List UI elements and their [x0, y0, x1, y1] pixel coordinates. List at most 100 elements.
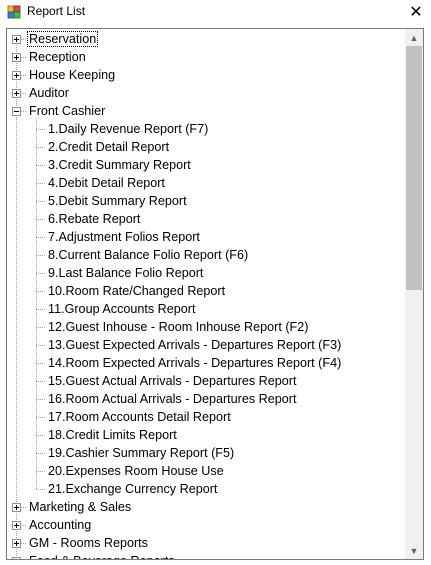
tree-node-label: Marketing & Sales: [29, 500, 132, 514]
tree-node-label: 14.Room Expected Arrivals - Departures R…: [48, 356, 342, 370]
tree-branch-line: [36, 345, 45, 346]
tree-branch-line: [36, 129, 45, 130]
tree-node-label: 11.Group Accounts Report: [48, 302, 196, 316]
tree-node-label: Front Cashier: [29, 104, 106, 118]
tree-node-label: 2.Credit Detail Report: [48, 140, 170, 154]
chevron-up-icon: ▲: [409, 32, 419, 43]
tree-node-label: 8.Current Balance Folio Report (F6): [48, 248, 249, 262]
tree-branch-line: [36, 435, 45, 436]
tree-report-node[interactable]: 15.Guest Actual Arrivals - Departures Re…: [47, 372, 298, 390]
tree-node-label: 9.Last Balance Folio Report: [48, 266, 204, 280]
tree-node-label: 15.Guest Actual Arrivals - Departures Re…: [48, 374, 297, 388]
close-button[interactable]: ✕: [401, 0, 431, 24]
tree-category-node[interactable]: House Keeping: [28, 66, 116, 84]
tree-branch-line: [21, 111, 26, 112]
tree-branch-line: [36, 489, 45, 490]
title-bar[interactable]: Report List ✕: [0, 0, 431, 24]
tree-report-node[interactable]: 20.Expenses Room House Use: [47, 462, 225, 480]
tree-node-label: 1.Daily Revenue Report (F7): [48, 122, 209, 136]
tree-node-label: 16.Room Actual Arrivals - Departures Rep…: [48, 392, 297, 406]
tree-node-label: 21.Exchange Currency Report: [48, 482, 218, 496]
expand-icon[interactable]: [12, 503, 21, 512]
tree-node-label: GM - Rooms Reports: [29, 536, 148, 550]
tree-node-label: 6.Rebate Report: [48, 212, 141, 226]
tree-node-label: Auditor: [29, 86, 69, 100]
tree-report-node[interactable]: 12.Guest Inhouse - Room Inhouse Report (…: [47, 318, 309, 336]
tree-report-node[interactable]: 9.Last Balance Folio Report: [47, 264, 204, 282]
tree-report-node[interactable]: 19.Cashier Summary Report (F5): [47, 444, 235, 462]
tree-node-label: 7.Adjustment Folios Report: [48, 230, 200, 244]
tree-node-label: 17.Room Accounts Detail Report: [48, 410, 231, 424]
tree-report-node[interactable]: 1.Daily Revenue Report (F7): [47, 120, 209, 138]
scroll-down-button[interactable]: ▼: [405, 542, 423, 559]
scrollbar-thumb[interactable]: [406, 46, 422, 290]
expand-icon[interactable]: [12, 71, 21, 80]
tree-content: Reservation Reception House Keeping Auditor…: [7, 29, 405, 559]
tree-node-label: 5.Debit Summary Report: [48, 194, 187, 208]
tree-branch-line: [36, 417, 45, 418]
expand-icon[interactable]: [12, 89, 21, 98]
tree-report-node[interactable]: 17.Room Accounts Detail Report: [47, 408, 232, 426]
tree-report-node[interactable]: 7.Adjustment Folios Report: [47, 228, 201, 246]
window-title: Report List: [27, 4, 86, 18]
tree-report-node[interactable]: 5.Debit Summary Report: [47, 192, 188, 210]
tree-branch-line: [36, 363, 45, 364]
tree-node-label: Accounting: [29, 518, 92, 532]
tree-node-label: Reservation: [26, 31, 99, 47]
tree-branch-line: [36, 183, 45, 184]
expand-icon[interactable]: [12, 35, 21, 44]
tree-category-node[interactable]: Marketing & Sales: [28, 498, 132, 516]
report-list-window: Report List ✕ Reservation Reception House …: [0, 0, 431, 565]
tree-node-label: Food & Beverage Reports: [28, 554, 176, 559]
tree-node-label: 3.Credit Summary Report: [48, 158, 191, 172]
tree-root-connector: [16, 39, 17, 559]
tree-branch-line: [36, 201, 45, 202]
tree-category-node[interactable]: Reception: [28, 48, 87, 66]
expand-icon[interactable]: [12, 53, 21, 62]
tree-branch-line: [36, 219, 45, 220]
report-tree-view[interactable]: Reservation Reception House Keeping Auditor…: [6, 28, 424, 560]
close-icon: ✕: [409, 4, 423, 21]
tree-report-node[interactable]: 11.Group Accounts Report: [47, 300, 196, 318]
tree-report-node[interactable]: 10.Room Rate/Changed Report: [47, 282, 226, 300]
tree-category-node[interactable]: Front Cashier: [28, 102, 106, 120]
tree-report-node[interactable]: 8.Current Balance Folio Report (F6): [47, 246, 249, 264]
tree-branch-line: [36, 453, 45, 454]
tree-report-node[interactable]: 6.Rebate Report: [47, 210, 141, 228]
tree-branch-line: [21, 543, 26, 544]
tree-branch-line: [36, 327, 45, 328]
tree-branch-line: [21, 57, 26, 58]
tree-category-node[interactable]: Auditor: [28, 84, 70, 102]
tree-category-node[interactable]: Food & Beverage Reports: [28, 552, 176, 559]
tree-report-node[interactable]: 18.Credit Limits Report: [47, 426, 178, 444]
tree-report-node[interactable]: 13.Guest Expected Arrivals - Departures …: [47, 336, 342, 354]
tree-report-node[interactable]: 16.Room Actual Arrivals - Departures Rep…: [47, 390, 297, 408]
tree-report-node[interactable]: 21.Exchange Currency Report: [47, 480, 218, 498]
chevron-down-icon: ▼: [409, 545, 419, 556]
scroll-up-button[interactable]: ▲: [405, 29, 423, 46]
tree-branch-line: [21, 39, 26, 40]
tree-branch-line: [21, 507, 26, 508]
tree-node-label: 13.Guest Expected Arrivals - Departures …: [48, 338, 342, 352]
tree-node-label: 10.Room Rate/Changed Report: [48, 284, 226, 298]
vertical-scrollbar[interactable]: ▲ ▼: [405, 29, 423, 559]
expand-icon[interactable]: [12, 521, 21, 530]
tree-branch-line: [21, 525, 26, 526]
tree-node-label: 12.Guest Inhouse - Room Inhouse Report (…: [48, 320, 309, 334]
tree-category-node[interactable]: Reservation: [26, 30, 99, 48]
tree-node-label: Reception: [29, 50, 86, 64]
tree-report-node[interactable]: 14.Room Expected Arrivals - Departures R…: [47, 354, 342, 372]
tree-category-node[interactable]: GM - Rooms Reports: [28, 534, 149, 552]
tree-branch-line: [36, 237, 45, 238]
tree-branch-line: [36, 255, 45, 256]
tree-branch-line: [36, 309, 45, 310]
tree-node-label: 4.Debit Detail Report: [48, 176, 165, 190]
tree-report-node[interactable]: 4.Debit Detail Report: [47, 174, 166, 192]
expand-icon[interactable]: [12, 539, 21, 548]
tree-report-node[interactable]: 2.Credit Detail Report: [47, 138, 170, 156]
tree-report-node[interactable]: 3.Credit Summary Report: [47, 156, 192, 174]
expand-icon[interactable]: [12, 557, 21, 559]
tree-node-label: 20.Expenses Room House Use: [48, 464, 224, 478]
collapse-icon[interactable]: [12, 107, 21, 116]
tree-category-node[interactable]: Accounting: [28, 516, 92, 534]
